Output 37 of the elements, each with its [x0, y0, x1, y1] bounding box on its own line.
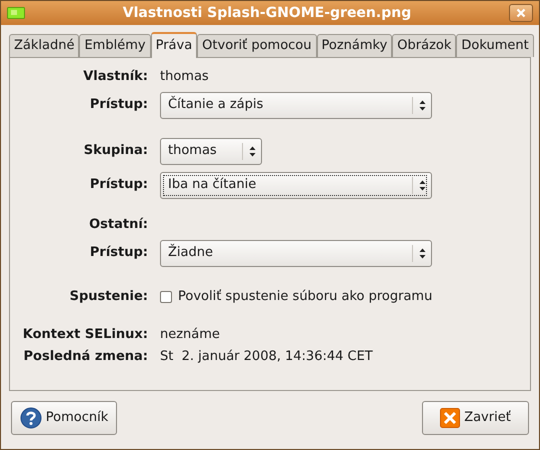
updown-arrow-icon [419, 248, 426, 258]
close-icon [440, 408, 460, 428]
dropdown[interactable]: thomas [160, 138, 262, 164]
field-value: neznáme [160, 326, 220, 344]
updown-arrow-icon [419, 100, 426, 110]
field-label: Spustenie: [70, 288, 148, 306]
field-label: Kontext SELinux: [22, 326, 148, 344]
tab[interactable]: Obrázok [392, 34, 456, 57]
field-label: Skupina: [84, 142, 148, 160]
field-value: thomas [160, 68, 209, 86]
image-icon [7, 7, 25, 19]
dropdown[interactable]: Iba na čítanie [160, 172, 432, 198]
help-icon [20, 407, 42, 429]
tab[interactable]: Emblémy [79, 34, 151, 57]
dropdown[interactable]: Žiadne [160, 240, 432, 266]
close-button[interactable] [509, 4, 533, 22]
tab[interactable]: Dokument [456, 34, 534, 57]
field-label: Posledná zmena: [24, 348, 148, 366]
field-label: Vlastník: [83, 68, 148, 86]
tab[interactable]: Otvoriť pomocou [197, 34, 316, 57]
updown-arrow-icon [419, 180, 426, 190]
tab[interactable]: Základné [9, 34, 80, 57]
field-label: Prístup: [90, 176, 148, 194]
checkbox-label[interactable]: Povoliť spustenie súboru ako programu [178, 287, 432, 307]
dropdown[interactable]: Čítanie a zápis [160, 92, 432, 118]
close-icon [516, 8, 526, 18]
field-label: Prístup: [90, 244, 148, 262]
window-title: Vlastnosti Splash-GNOME-green.png [122, 4, 412, 22]
field-label: Prístup: [90, 96, 148, 114]
updown-arrow-icon [249, 146, 256, 156]
close-button[interactable]: Zavrieť [422, 401, 529, 435]
field-value: St 2. január 2008, 14:36:44 CET [160, 348, 373, 366]
help-button[interactable]: Pomocník [11, 401, 117, 435]
tab[interactable]: Práva [150, 32, 198, 58]
tab[interactable]: Poznámky [316, 34, 392, 57]
checkbox[interactable] [160, 291, 172, 303]
field-label: Ostatní: [89, 216, 148, 234]
